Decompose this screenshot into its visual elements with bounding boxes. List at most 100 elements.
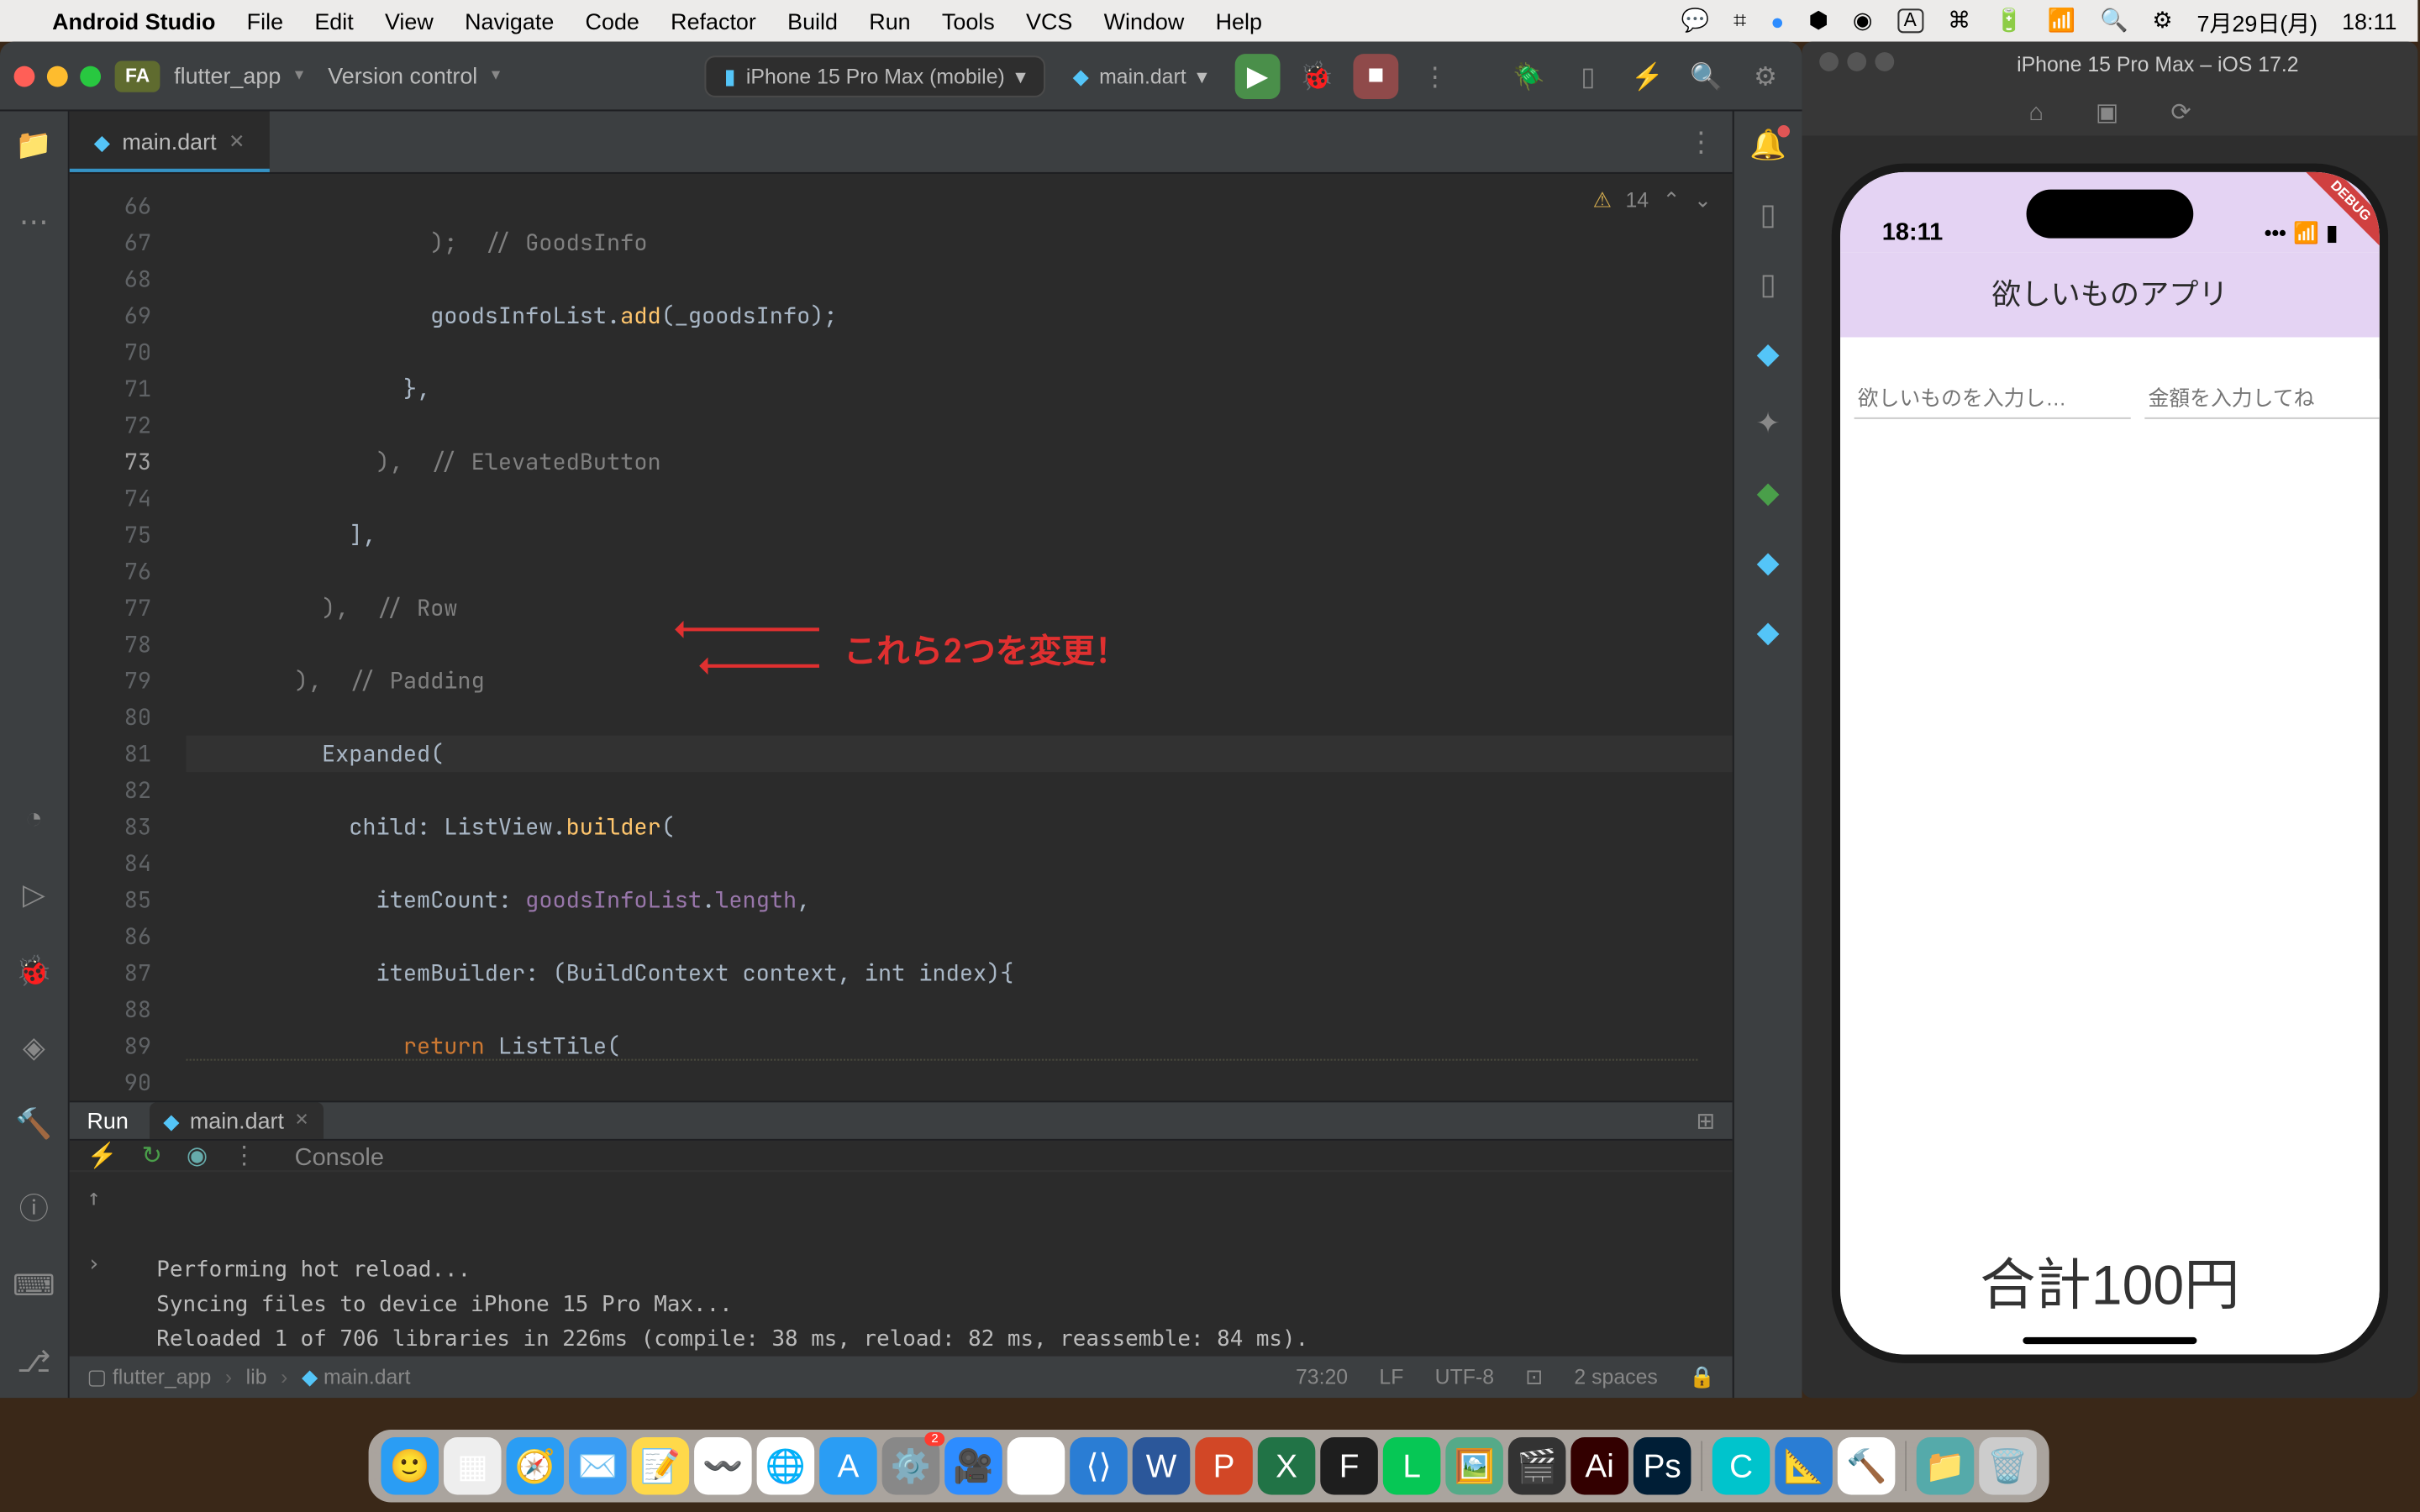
- dock-zoom[interactable]: 🎥: [944, 1437, 1002, 1495]
- time-display[interactable]: 18:11: [2342, 8, 2396, 34]
- dock-excel[interactable]: X: [1258, 1437, 1316, 1495]
- stop-button[interactable]: ■: [1353, 53, 1398, 98]
- run-tab[interactable]: ◆ main.dart ✕: [150, 1102, 324, 1138]
- dock-chrome[interactable]: 🌐: [757, 1437, 815, 1495]
- status-icon[interactable]: ●: [1770, 8, 1784, 34]
- ai-assistant-icon[interactable]: ✦: [1755, 407, 1780, 441]
- menu-build[interactable]: Build: [787, 8, 838, 34]
- dock-trash[interactable]: 🗑️: [1979, 1437, 2037, 1495]
- search-icon[interactable]: 🔍: [1684, 60, 1729, 91]
- spotlight-icon[interactable]: 🔍: [2100, 7, 2128, 34]
- dock-notes[interactable]: 📝: [632, 1437, 690, 1495]
- device-selector[interactable]: ▮ iPhone 15 Pro Max (mobile) ▾: [705, 55, 1044, 97]
- more-actions-icon[interactable]: ⋮: [1413, 60, 1458, 91]
- dock-powerpoint[interactable]: P: [1195, 1437, 1253, 1495]
- git-icon[interactable]: ⎇: [17, 1346, 51, 1380]
- flutter-outline-icon[interactable]: ◈: [23, 1032, 45, 1066]
- battery-icon[interactable]: 🔋: [1995, 7, 2023, 34]
- devtools-icon[interactable]: ◉: [187, 1141, 208, 1170]
- dock-figma[interactable]: F: [1320, 1437, 1378, 1495]
- structure-icon[interactable]: ◔: [25, 801, 43, 836]
- status-icon[interactable]: ⌗: [1733, 7, 1746, 34]
- warning-icon[interactable]: ⚠: [1593, 188, 1612, 213]
- control-center-icon[interactable]: ⚙: [2152, 7, 2172, 34]
- problems-icon[interactable]: ⓘ: [19, 1184, 49, 1228]
- code-content[interactable]: ); // GoodsInfo goodsInfoList.add(_goods…: [166, 174, 1733, 1100]
- dock-line[interactable]: L: [1383, 1437, 1441, 1495]
- expand-icon[interactable]: ›: [87, 1248, 101, 1283]
- menu-navigate[interactable]: Navigate: [465, 8, 554, 34]
- iphone-screen[interactable]: DEBUG 18:11 ••• 📶 ▮ 欲しいものアプリ 保存 合計100円: [1832, 164, 2388, 1363]
- home-indicator[interactable]: [2023, 1337, 2196, 1344]
- terminal-icon[interactable]: ⌨: [13, 1269, 55, 1304]
- dock-safari[interactable]: 🧭: [507, 1437, 565, 1495]
- device-explorer-icon[interactable]: ▯: [1760, 198, 1776, 233]
- maximize-window-button[interactable]: [80, 66, 101, 87]
- emulator-icon[interactable]: ▯: [1760, 268, 1776, 302]
- vcs-selector[interactable]: Version control: [328, 63, 477, 89]
- close-icon[interactable]: ✕: [294, 1111, 308, 1131]
- dock-appstore[interactable]: A: [819, 1437, 877, 1495]
- minimize-window-button[interactable]: [47, 66, 68, 87]
- home-icon[interactable]: ⌂: [2028, 97, 2044, 125]
- debug-button[interactable]: 🐞: [1294, 53, 1339, 98]
- status-icon[interactable]: ⬢: [1808, 7, 1828, 34]
- bug-icon[interactable]: 🪲: [1507, 60, 1552, 91]
- dock-word[interactable]: W: [1133, 1437, 1191, 1495]
- rotate-icon[interactable]: ⟳: [2170, 97, 2191, 126]
- debug-tool-icon[interactable]: 🐞: [15, 954, 52, 989]
- status-icon[interactable]: ◉: [1853, 7, 1872, 34]
- dock-mail[interactable]: ✉️: [569, 1437, 627, 1495]
- menu-view[interactable]: View: [385, 8, 434, 34]
- hot-reload-icon[interactable]: ⚡: [87, 1141, 118, 1170]
- flutter-outline-icon[interactable]: ◆: [1757, 616, 1780, 650]
- menu-tools[interactable]: Tools: [942, 8, 995, 34]
- want-item-input[interactable]: [1854, 378, 2131, 418]
- menu-vcs[interactable]: VCS: [1026, 8, 1072, 34]
- settings-icon[interactable]: ⚙: [1743, 60, 1788, 91]
- dock-finder[interactable]: 🙂: [381, 1437, 439, 1495]
- run-tool-icon[interactable]: ▷: [23, 878, 45, 912]
- run-panel-title[interactable]: Run: [87, 1108, 129, 1134]
- next-highlight-icon[interactable]: ⌄: [1694, 188, 1712, 213]
- menu-code[interactable]: Code: [586, 8, 639, 34]
- screenshot-icon[interactable]: ▣: [2096, 97, 2118, 126]
- dock-slack[interactable]: #: [1007, 1437, 1065, 1495]
- input-method-icon[interactable]: A: [1897, 8, 1923, 33]
- wifi-icon[interactable]: 📶: [2047, 7, 2075, 34]
- device-manager-icon[interactable]: ▯: [1565, 60, 1611, 91]
- dock-xcode[interactable]: 🔨: [1838, 1437, 1896, 1495]
- dock-photoshop[interactable]: Ps: [1634, 1437, 1691, 1495]
- tab-overflow-icon[interactable]: ⋮: [1670, 111, 1733, 171]
- status-icon[interactable]: 💬: [1681, 7, 1709, 34]
- bluetooth-icon[interactable]: ⌘: [1948, 7, 1970, 34]
- dock-freeform[interactable]: 〰️: [694, 1437, 752, 1495]
- run-config-selector[interactable]: ◆ main.dart ▾: [1059, 56, 1221, 95]
- dock-preview[interactable]: 🖼️: [1445, 1437, 1503, 1495]
- notifications-icon[interactable]: 🔔: [1749, 129, 1786, 163]
- menu-window[interactable]: Window: [1104, 8, 1185, 34]
- dock-fcpx[interactable]: 🎬: [1508, 1437, 1566, 1495]
- dock-launchpad[interactable]: ▦: [444, 1437, 502, 1495]
- prev-highlight-icon[interactable]: ⌃: [1663, 188, 1681, 213]
- console-output[interactable]: ↑ › Performing hot reload... Syncing fil…: [70, 1172, 1733, 1398]
- tab-main-dart[interactable]: ◆ main.dart ✕: [70, 111, 269, 171]
- flutter-inspector-icon[interactable]: ◆: [1757, 476, 1780, 511]
- dock-downloads[interactable]: 📁: [1917, 1437, 1975, 1495]
- restart-icon[interactable]: ↻: [142, 1141, 162, 1170]
- flutter-perf-icon[interactable]: ◆: [1757, 546, 1780, 580]
- menu-refactor[interactable]: Refactor: [671, 8, 756, 34]
- project-selector[interactable]: flutter_app: [174, 63, 281, 89]
- lightning-icon[interactable]: ⚡: [1624, 60, 1670, 91]
- menu-run[interactable]: Run: [869, 8, 910, 34]
- more-icon[interactable]: ⋮: [232, 1141, 256, 1170]
- project-tool-icon[interactable]: 📁: [15, 129, 52, 163]
- dock-illustrator[interactable]: Ai: [1570, 1437, 1628, 1495]
- more-tool-icon[interactable]: ⋯: [19, 205, 49, 239]
- run-button[interactable]: ▶: [1235, 53, 1281, 98]
- build-tool-icon[interactable]: 🔨: [15, 1108, 52, 1142]
- sim-window-controls[interactable]: [1819, 49, 1902, 80]
- menu-edit[interactable]: Edit: [314, 8, 353, 34]
- date-display[interactable]: 7月29日(月): [2197, 4, 2318, 37]
- menu-help[interactable]: Help: [1216, 8, 1262, 34]
